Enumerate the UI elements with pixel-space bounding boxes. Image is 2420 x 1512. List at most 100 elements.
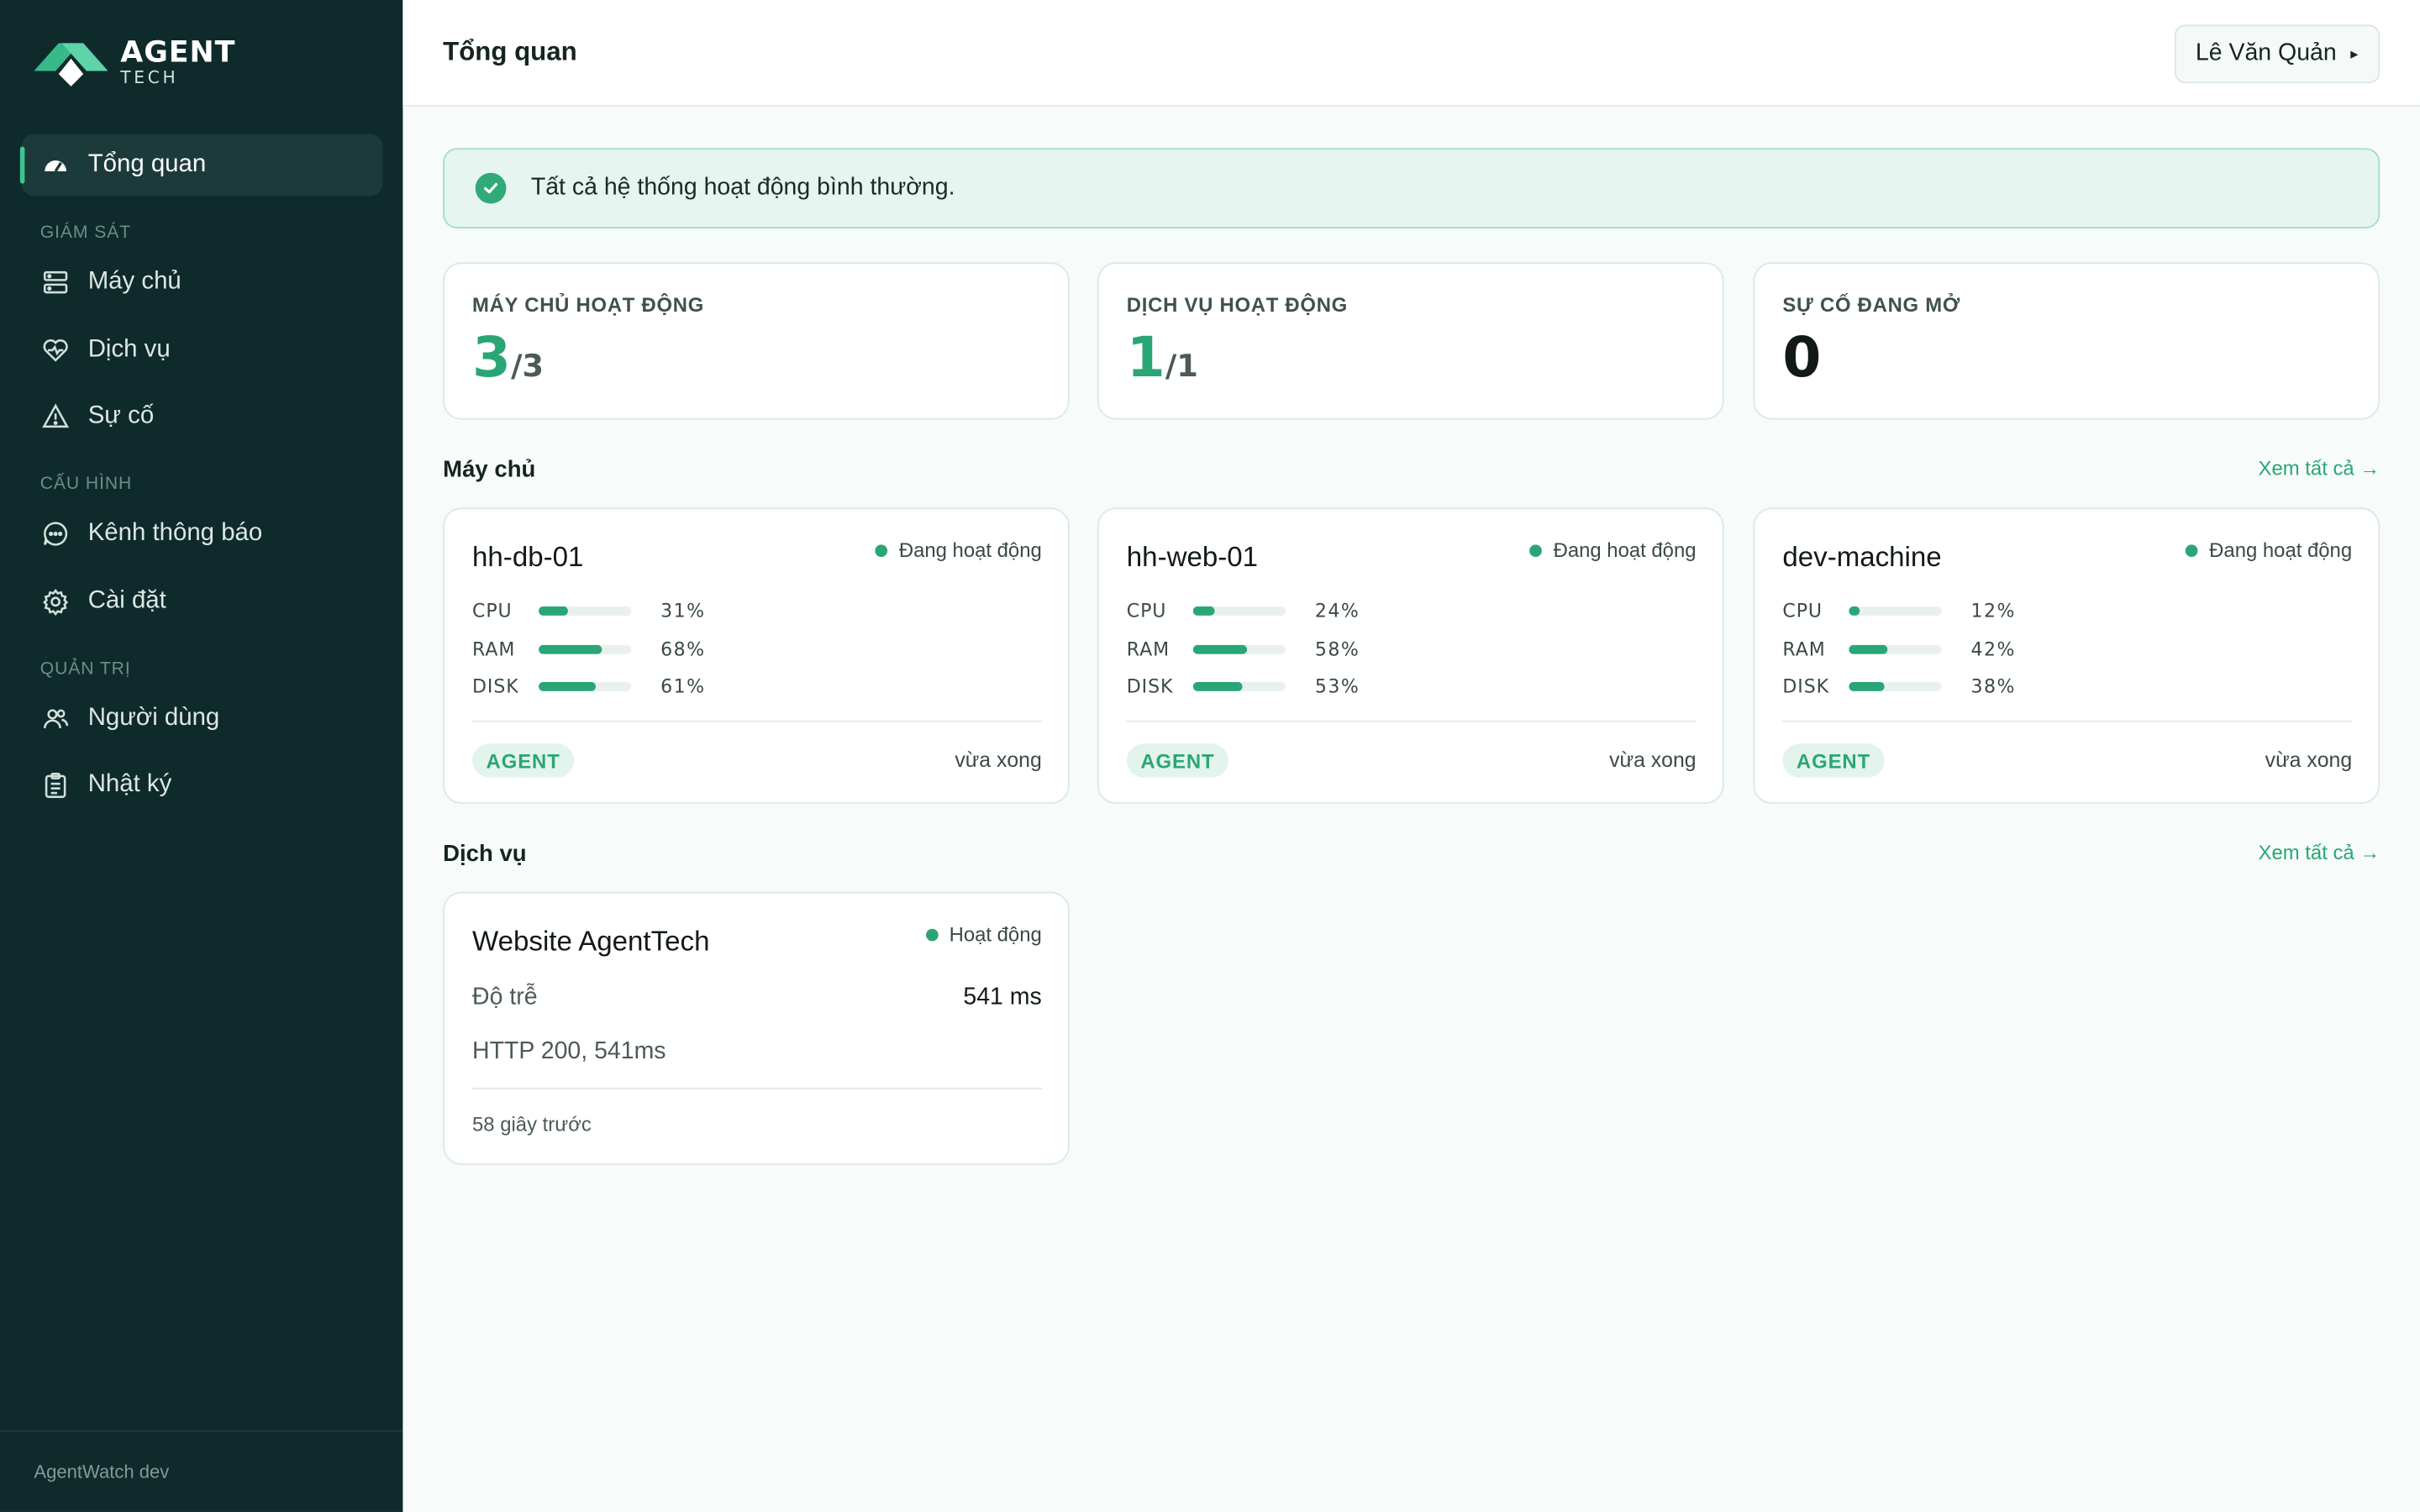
metric-cpu: CPU 24% bbox=[1127, 600, 1405, 622]
divider bbox=[472, 1087, 1042, 1089]
agent-badge: AGENT bbox=[1782, 743, 1885, 778]
see-all-services-link[interactable]: Xem tất cả → bbox=[2259, 841, 2381, 864]
server-card[interactable]: hh-web-01 Đang hoạt động CPU 24% RAM 58%… bbox=[1097, 507, 1724, 804]
dashboard-gauge-icon bbox=[42, 151, 70, 179]
metric-bar bbox=[1192, 643, 1286, 654]
metric-ram: RAM 68% bbox=[472, 638, 750, 659]
status-text: Đang hoạt động bbox=[898, 538, 1042, 562]
gear-icon bbox=[42, 587, 70, 615]
warning-triangle-icon bbox=[42, 402, 70, 430]
sidebar-nav: Tổng quan GIÁM SÁT Máy chủ Dịch vụ Sự cố bbox=[19, 134, 383, 822]
metric-bar-fill bbox=[1849, 681, 1885, 691]
sidebar-item-label: Dịch vụ bbox=[87, 335, 171, 362]
metric-bar bbox=[539, 643, 632, 654]
divider bbox=[1782, 720, 2353, 722]
metric-bar bbox=[1849, 606, 1942, 616]
metric-label: RAM bbox=[472, 638, 516, 660]
last-updated: vừa xong bbox=[955, 748, 1042, 772]
metric-bar bbox=[539, 606, 632, 616]
alert-text: Tất cả hệ thống hoạt động bình thường. bbox=[530, 174, 955, 201]
see-all-servers-link[interactable]: Xem tất cả → bbox=[2259, 457, 2381, 480]
metric-bar-fill bbox=[1192, 643, 1247, 654]
clipboard-icon bbox=[42, 771, 70, 799]
metric-cpu: CPU 31% bbox=[472, 600, 750, 622]
sidebar-item-label: Cài đặt bbox=[87, 586, 166, 614]
server-name: hh-db-01 bbox=[472, 541, 584, 573]
metric-label: RAM bbox=[1126, 638, 1171, 660]
logo-wordmark: AGENT TECH bbox=[120, 34, 236, 86]
latency-label: Độ trễ bbox=[472, 984, 538, 1011]
status-indicator: Đang hoạt động bbox=[2186, 538, 2352, 562]
status-text: Hoạt động bbox=[949, 922, 1042, 946]
status-dot-icon bbox=[876, 543, 888, 557]
metric-ram: RAM 42% bbox=[1782, 638, 2060, 659]
stat-card-services: DỊCH VỤ HOẠT ĐỘNG 1/1 bbox=[1097, 262, 1724, 420]
sidebar-item-services[interactable]: Dịch vụ bbox=[22, 318, 383, 380]
logo-line1: AGENT bbox=[120, 34, 236, 69]
sidebar-item-label: Tổng quan bbox=[87, 150, 207, 178]
sidebar-item-label: Người dùng bbox=[87, 704, 220, 731]
sidebar-item-label: Kênh thông báo bbox=[87, 519, 263, 547]
nav-section-monitor: GIÁM SÁT bbox=[39, 223, 132, 243]
sidebar-item-label: Sự cố bbox=[87, 402, 155, 429]
sidebar: AGENT TECH Tổng quan GIÁM SÁT Máy chủ Dị… bbox=[0, 0, 403, 1512]
metric-bar-fill bbox=[1849, 643, 1888, 654]
sidebar-item-settings[interactable]: Cài đặt bbox=[22, 570, 383, 632]
topbar: Tổng quan Lê Văn Quản ▸ bbox=[402, 0, 2420, 107]
status-dot-icon bbox=[1530, 543, 1543, 557]
sidebar-item-channels[interactable]: Kênh thông báo bbox=[22, 503, 383, 564]
sidebar-item-logs[interactable]: Nhật ký bbox=[22, 754, 383, 816]
metric-label: CPU bbox=[1126, 600, 1167, 622]
divider bbox=[1126, 720, 1697, 722]
agent-badge: AGENT bbox=[1126, 743, 1229, 778]
caret-right-icon: ▸ bbox=[2350, 45, 2359, 63]
logo[interactable]: AGENT TECH bbox=[34, 37, 235, 87]
status-text: Đang hoạt động bbox=[1553, 538, 1697, 562]
stat-card-servers: MÁY CHỦ HOẠT ĐỘNG 3/3 bbox=[443, 262, 1070, 420]
service-card[interactable]: Website AgentTech Hoạt động Độ trễ 541 m… bbox=[443, 891, 1070, 1165]
sidebar-footer: AgentWatch dev bbox=[0, 1430, 403, 1512]
metric-label: DISK bbox=[1782, 675, 1829, 698]
metric-bar bbox=[539, 681, 632, 691]
stat-value: 3/3 bbox=[472, 327, 544, 390]
metric-label: CPU bbox=[1782, 600, 1823, 622]
metric-label: DISK bbox=[472, 675, 519, 698]
sidebar-item-label: Máy chủ bbox=[87, 268, 182, 295]
sidebar-item-users[interactable]: Người dùng bbox=[22, 687, 383, 748]
sidebar-item-servers[interactable]: Máy chủ bbox=[22, 251, 383, 312]
metric-bar-fill bbox=[539, 606, 568, 616]
nav-section-config: CẤU HÌNH bbox=[39, 475, 133, 494]
divider bbox=[472, 720, 1042, 722]
status-dot-icon bbox=[926, 927, 939, 941]
service-last-check: 58 giây trước bbox=[472, 1112, 592, 1136]
sidebar-item-incidents[interactable]: Sự cố bbox=[22, 386, 383, 447]
metric-bar bbox=[1192, 606, 1286, 616]
user-name: Lê Văn Quản bbox=[2195, 39, 2337, 66]
sidebar-item-label: Nhật ký bbox=[87, 771, 172, 798]
sidebar-item-overview[interactable]: Tổng quan bbox=[19, 134, 383, 197]
user-menu-button[interactable]: Lê Văn Quản ▸ bbox=[2174, 24, 2381, 84]
service-detail: HTTP 200, 541ms bbox=[472, 1038, 666, 1065]
metric-bar bbox=[1849, 681, 1942, 691]
last-updated: vừa xong bbox=[1609, 748, 1697, 772]
metric-label: RAM bbox=[1782, 638, 1826, 660]
section-title-servers: Máy chủ bbox=[443, 456, 536, 483]
stat-total: /3 bbox=[511, 347, 544, 385]
users-icon bbox=[42, 704, 70, 732]
metric-value: 38% bbox=[1970, 675, 2016, 698]
section-title-services: Dịch vụ bbox=[443, 841, 527, 868]
status-indicator: Hoạt động bbox=[926, 922, 1042, 946]
server-card[interactable]: dev-machine Đang hoạt động CPU 12% RAM 4… bbox=[1753, 507, 2381, 804]
metric-value: 68% bbox=[660, 638, 706, 660]
metric-bar-fill bbox=[1192, 606, 1216, 616]
stat-label: SỰ CỐ ĐANG MỞ bbox=[1782, 292, 1960, 317]
metric-value: 53% bbox=[1314, 675, 1360, 698]
stat-label: DỊCH VỤ HOẠT ĐỘNG bbox=[1126, 292, 1349, 317]
stat-number: 1 bbox=[1126, 327, 1165, 391]
metric-value: 12% bbox=[1970, 600, 2016, 622]
metric-bar bbox=[1192, 681, 1286, 691]
server-card[interactable]: hh-db-01 Đang hoạt động CPU 31% RAM 68% … bbox=[443, 507, 1070, 804]
service-name: Website AgentTech bbox=[472, 926, 710, 957]
metric-bar bbox=[1849, 643, 1942, 654]
status-indicator: Đang hoạt động bbox=[876, 538, 1042, 562]
